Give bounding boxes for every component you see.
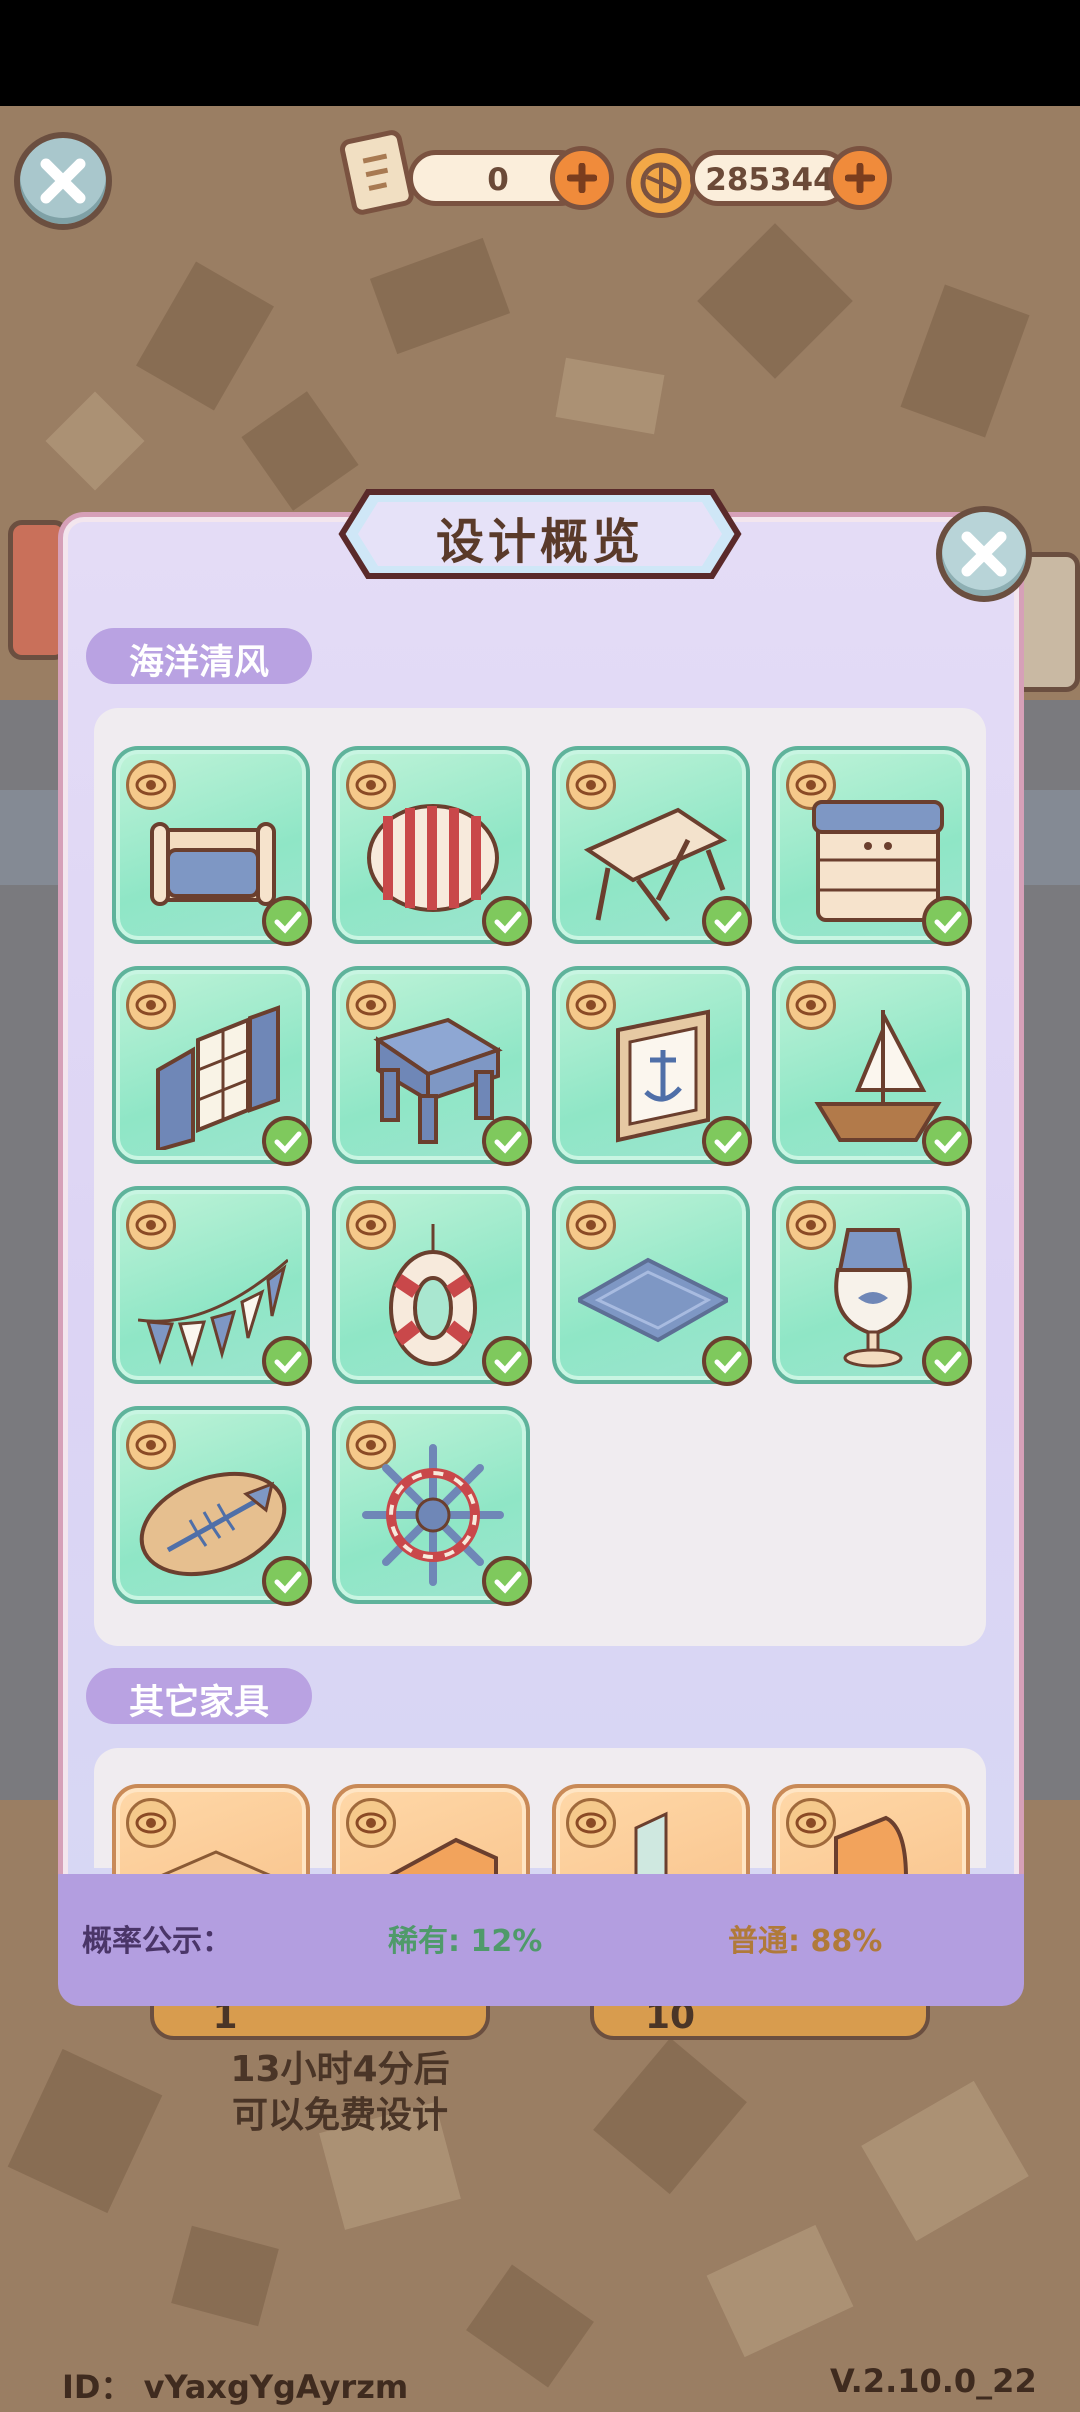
- item-card-drawer[interactable]: [772, 746, 972, 946]
- chair-icon: [834, 1815, 908, 1874]
- item-card-other-1[interactable]: [112, 1784, 310, 1874]
- common-probability: 普通: 88%: [728, 1924, 883, 1959]
- item-card-rug[interactable]: [552, 1186, 752, 1386]
- owned-check-icon: [262, 1336, 312, 1386]
- box-icon: [389, 1837, 498, 1874]
- item-card-ship-wheel[interactable]: [332, 1406, 532, 1606]
- item-card-lamp[interactable]: [772, 1186, 972, 1386]
- version-text: V.2.10.0_22: [830, 2362, 1037, 2400]
- dialog-title-banner: 设计概览: [338, 486, 742, 582]
- plus-icon: [567, 163, 597, 193]
- item-card-bunting[interactable]: [112, 1186, 312, 1386]
- owned-check-icon: [262, 896, 312, 946]
- timer-text-line1: 13小时4分后: [230, 2049, 450, 2090]
- item-card-other-4[interactable]: [772, 1784, 970, 1874]
- coin-counter: 285344: [690, 150, 850, 206]
- owned-check-icon: [482, 1556, 532, 1606]
- probability-footer: 概率公示： 稀有: 12% 普通: 88%: [58, 1874, 1024, 2006]
- owned-check-icon: [482, 1336, 532, 1386]
- add-scroll-button[interactable]: [550, 146, 614, 210]
- item-card-table[interactable]: [552, 746, 752, 946]
- rare-probability: 稀有: 12%: [388, 1924, 543, 1959]
- coin-icon: [626, 148, 696, 218]
- item-card-cushion[interactable]: [332, 746, 532, 946]
- item-card-fish-plaque[interactable]: [112, 1406, 312, 1606]
- coin-amount: 285344: [705, 162, 835, 198]
- owned-check-icon: [262, 1116, 312, 1166]
- plus-icon: [845, 163, 875, 193]
- item-card-sofa[interactable]: [112, 746, 312, 946]
- preview-eye-icon[interactable]: [566, 1798, 616, 1848]
- add-coin-button[interactable]: [828, 146, 892, 210]
- close-scene-button[interactable]: [14, 132, 112, 230]
- section-ocean-breeze: 海洋清风: [86, 628, 312, 684]
- owned-check-icon: [922, 1336, 972, 1386]
- owned-check-icon: [702, 1116, 752, 1166]
- item-card-anchor-frame[interactable]: [552, 966, 752, 1166]
- floor-tile-icon: [161, 1850, 271, 1874]
- timer-text-line2: 可以免费设计: [231, 2095, 448, 2136]
- other-furniture-row: [94, 1784, 986, 1874]
- owned-check-icon: [262, 1556, 312, 1606]
- close-icon: [40, 158, 86, 204]
- item-card-life-ring[interactable]: [332, 1186, 532, 1386]
- item-card-other-2[interactable]: [332, 1784, 530, 1874]
- item-card-stool[interactable]: [332, 966, 532, 1166]
- probability-label: 概率公示：: [82, 1924, 232, 1959]
- item-card-other-3[interactable]: [552, 1784, 750, 1874]
- owned-check-icon: [922, 896, 972, 946]
- owned-check-icon: [702, 896, 752, 946]
- section-other-furniture: 其它家具: [86, 1668, 312, 1724]
- dialog-title: 设计概览: [435, 514, 644, 570]
- close-dialog-button[interactable]: [936, 506, 1032, 602]
- owned-check-icon: [702, 1336, 752, 1386]
- close-icon: [961, 531, 1007, 577]
- status-bar: [0, 0, 1080, 106]
- mirror-icon: [634, 1811, 668, 1874]
- user-id-text: ID： vYaxgYgAyrzm: [62, 2368, 409, 2406]
- owned-check-icon: [482, 1116, 532, 1166]
- item-card-window[interactable]: [112, 966, 312, 1166]
- item-card-sailboat[interactable]: [772, 966, 972, 1166]
- owned-check-icon: [482, 896, 532, 946]
- owned-check-icon: [922, 1116, 972, 1166]
